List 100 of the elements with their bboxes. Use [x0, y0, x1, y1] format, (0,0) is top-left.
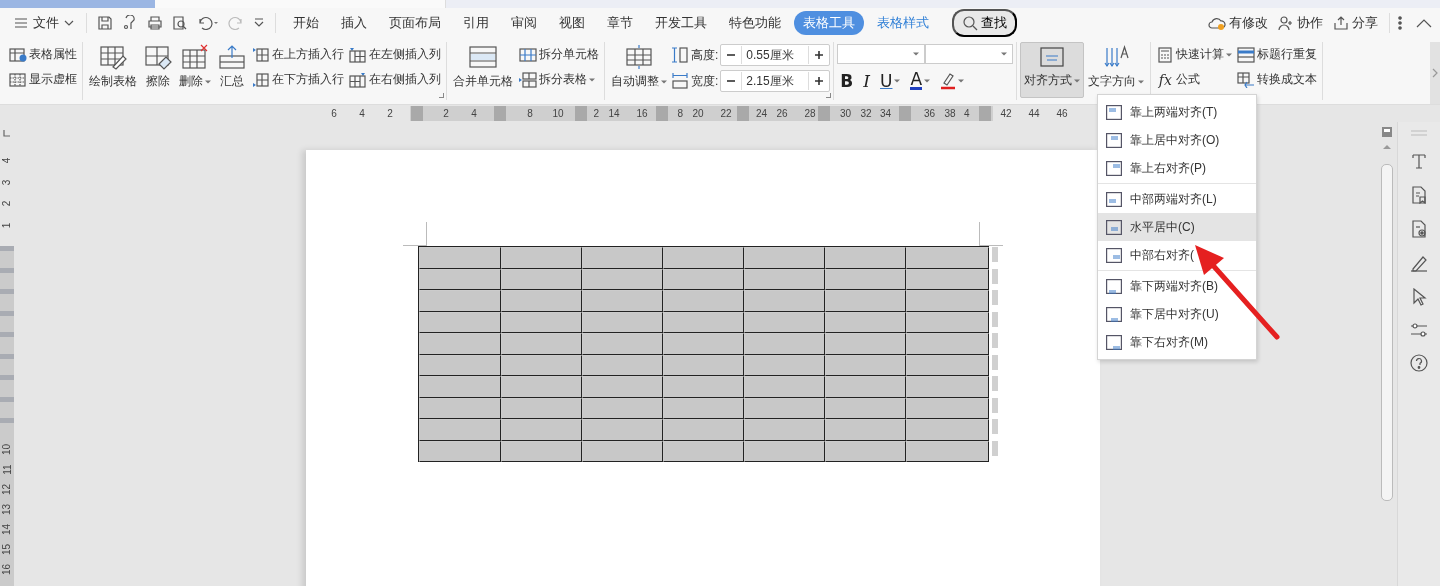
print-icon[interactable] [147, 15, 163, 31]
ribbon-button[interactable]: 标题行重复 [1235, 44, 1320, 65]
size-field[interactable]: 0.55厘米 [720, 44, 831, 66]
table-cell[interactable] [582, 333, 663, 355]
menu-item[interactable]: 水平居中(C) [1098, 213, 1256, 241]
ribbon-button[interactable]: 在上方插入行 [250, 44, 346, 65]
pen-icon[interactable] [1410, 254, 1428, 272]
dialog-launcher-icon[interactable] [439, 93, 444, 98]
table-cell[interactable] [582, 354, 663, 376]
table-cell[interactable] [906, 397, 989, 419]
table-cell[interactable] [744, 290, 825, 312]
table-cell[interactable] [906, 290, 989, 312]
table-cell[interactable] [419, 268, 501, 290]
dialog-launcher-icon[interactable] [826, 93, 832, 98]
table-cell[interactable] [419, 247, 501, 269]
table-cell[interactable] [582, 311, 663, 333]
table-cell[interactable] [825, 354, 906, 376]
changes-button[interactable]: 有修改 [1203, 12, 1273, 34]
file-menu[interactable]: 文件 [8, 12, 80, 34]
table-cell[interactable] [663, 419, 744, 441]
table-cell[interactable] [906, 376, 989, 398]
document-settings-icon[interactable] [1411, 220, 1427, 238]
ribbon-tab[interactable]: 开发工具 [646, 11, 716, 35]
ribbon-button[interactable]: 文字方向 [1085, 42, 1148, 98]
table-cell[interactable] [744, 419, 825, 441]
menu-item[interactable]: 中部右对齐( [1098, 241, 1256, 269]
table-cell[interactable] [744, 440, 825, 462]
menu-item[interactable]: 靠上居中对齐(O) [1098, 126, 1256, 154]
table-cell[interactable] [582, 397, 663, 419]
table-cell[interactable] [906, 354, 989, 376]
ribbon-button[interactable]: 绘制表格 [86, 42, 140, 98]
scrollbar-thumb[interactable] [1381, 164, 1393, 501]
ribbon-button[interactable]: 删除 [176, 42, 214, 98]
table-cell[interactable] [501, 376, 582, 398]
column-marker[interactable] [979, 106, 991, 121]
split-view-icon[interactable] [1381, 126, 1393, 138]
ribbon-tab[interactable]: 页面布局 [380, 11, 450, 35]
table-cell[interactable] [906, 247, 989, 269]
table-cell[interactable] [663, 247, 744, 269]
ribbon-tab[interactable]: 插入 [332, 11, 376, 35]
table-cell[interactable] [501, 333, 582, 355]
ribbon-tab[interactable]: 表格样式 [868, 11, 938, 35]
ribbon-button[interactable]: 在左侧插入列 [347, 44, 443, 65]
print-preview-icon[interactable] [172, 15, 188, 31]
column-marker[interactable] [737, 106, 749, 121]
text-tool-icon[interactable] [1411, 152, 1427, 170]
column-marker[interactable] [899, 106, 911, 121]
ribbon-button[interactable]: 对齐方式 [1020, 42, 1085, 98]
table-cell[interactable] [744, 247, 825, 269]
ribbon-button[interactable]: 显示虚框 [7, 69, 79, 90]
table-cell[interactable] [419, 440, 501, 462]
table-cell[interactable] [825, 247, 906, 269]
table-cell[interactable] [825, 397, 906, 419]
column-marker[interactable] [494, 106, 506, 121]
kebab-menu-icon[interactable] [1396, 15, 1404, 31]
cursor-icon[interactable] [1411, 288, 1427, 306]
table-cell[interactable] [501, 290, 582, 312]
table-cell[interactable] [744, 311, 825, 333]
table-cell[interactable] [501, 397, 582, 419]
table-cell[interactable] [825, 311, 906, 333]
table-cell[interactable] [663, 311, 744, 333]
ribbon-button[interactable]: fx 公式 [1154, 69, 1235, 90]
table-cell[interactable] [582, 290, 663, 312]
table-cell[interactable] [825, 333, 906, 355]
table-cell[interactable] [825, 440, 906, 462]
table-cell[interactable] [906, 333, 989, 355]
ribbon-button[interactable]: 拆分单元格 [517, 44, 601, 65]
collapse-ribbon-icon[interactable] [1416, 18, 1432, 28]
help-icon[interactable] [1410, 354, 1428, 372]
ribbon-button[interactable]: 合并单元格 [450, 42, 516, 98]
table-cell[interactable] [501, 268, 582, 290]
column-marker[interactable] [575, 106, 587, 121]
ribbon-tab[interactable]: 引用 [454, 11, 498, 35]
color-button[interactable]: A [907, 71, 934, 91]
menu-item[interactable]: 靠上两端对齐(T) [1098, 98, 1256, 126]
table-cell[interactable] [825, 376, 906, 398]
table-cell[interactable] [663, 440, 744, 462]
table-cell[interactable] [906, 440, 989, 462]
size-field[interactable]: 2.15厘米 [720, 70, 831, 92]
bold-button[interactable]: B [837, 70, 857, 92]
ribbon-button[interactable]: 擦除 [141, 42, 175, 98]
table-cell[interactable] [582, 440, 663, 462]
undo-icon[interactable] [197, 15, 219, 31]
menu-item[interactable]: 靠下两端对齐(B) [1098, 272, 1256, 300]
underline-button[interactable]: U [877, 70, 904, 92]
table-cell[interactable] [501, 247, 582, 269]
ribbon-tab[interactable]: 审阅 [502, 11, 546, 35]
ribbon-button[interactable]: 汇总 [215, 42, 249, 98]
ribbon-tab[interactable]: 视图 [550, 11, 594, 35]
table-cell[interactable] [419, 354, 501, 376]
table-cell[interactable] [744, 397, 825, 419]
table-cell[interactable] [419, 333, 501, 355]
ribbon-tab[interactable]: 开始 [284, 11, 328, 35]
table-cell[interactable] [906, 419, 989, 441]
table-cell[interactable] [825, 290, 906, 312]
table-cell[interactable] [501, 354, 582, 376]
table-cell[interactable] [419, 376, 501, 398]
table-cell[interactable] [501, 440, 582, 462]
table-cell[interactable] [906, 268, 989, 290]
table-cell[interactable] [419, 419, 501, 441]
